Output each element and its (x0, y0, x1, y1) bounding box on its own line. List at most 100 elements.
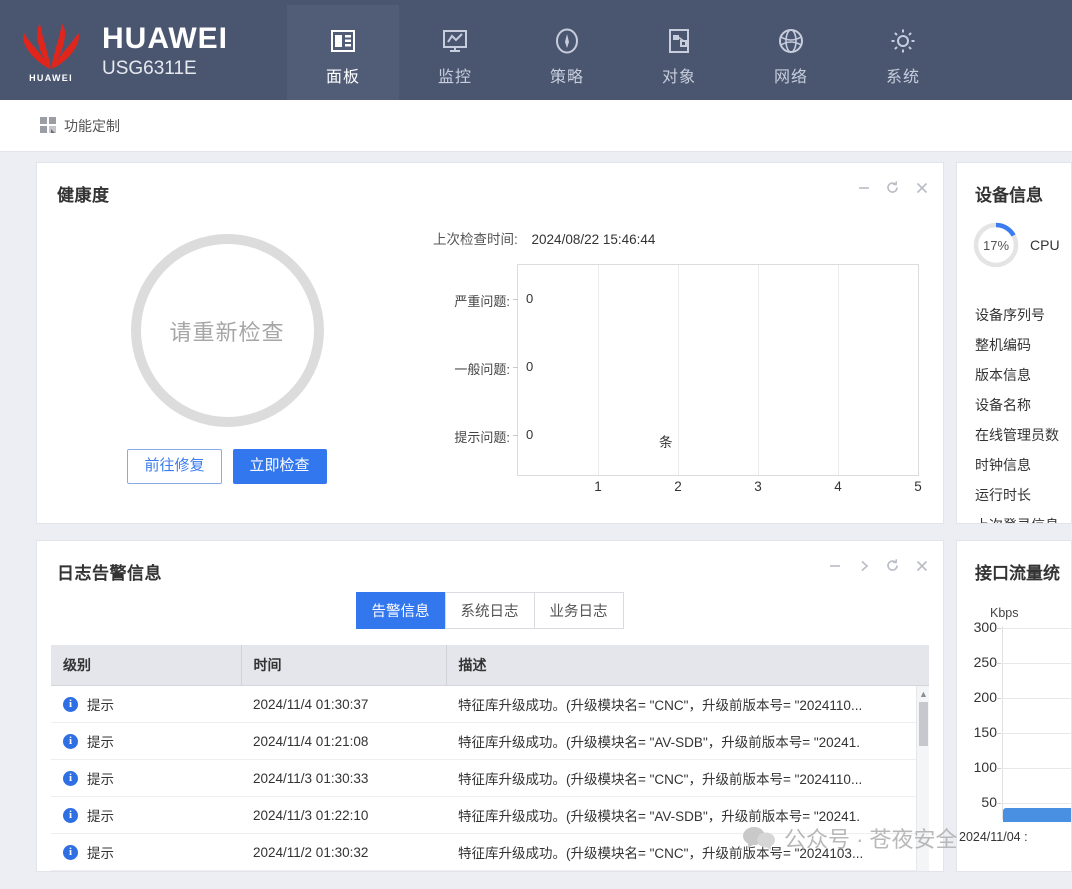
refresh-icon[interactable] (885, 180, 900, 195)
xtick-3: 3 (754, 479, 762, 494)
unit-label: 条 (659, 435, 673, 450)
health-card-tools (856, 180, 929, 195)
traffic-xtick: 2024/11/04 : (959, 830, 1028, 844)
cell-desc: 特征库升级成功。(升级模块名= "CNC"，升级前版本号= "2024110..… (446, 685, 929, 723)
right-column: 设备信息 17% CPU 设备序列号 整机编码 版本信息 设备名称 在线管理员数… (956, 162, 1072, 872)
health-card: 健康度 请重新检查 前往修复 立即检查 上次检查时间: 2024/08/22 1… (36, 162, 944, 524)
cell-level: i 提示 (51, 685, 241, 723)
nav-label-monitor: 监控 (437, 69, 472, 86)
log-alarm-card: 日志告警信息 告警信息 系统日志 业务日志 级别 时间 描述 i 提示 2024… (36, 540, 944, 872)
app-header: HUAWEI HUAWEI USG6311E 面板 监控 策略 对象 网络 系统 (0, 5, 1072, 100)
logo-wordmark: HUAWEI (29, 73, 73, 83)
value-hint: 0 (526, 427, 534, 442)
tick-severe (513, 299, 518, 300)
gridline-4 (838, 265, 839, 475)
list-item: 设备名称 (975, 397, 1031, 413)
nav-item-panel[interactable]: 面板 (287, 5, 399, 100)
cell-time: 2024/11/4 01:30:37 (241, 685, 446, 723)
log-scrollbar[interactable]: ▲ ▼ (916, 686, 930, 871)
ytick-150: 150 (973, 724, 997, 740)
info-icon: i (63, 770, 78, 786)
tab-system-log[interactable]: 系统日志 (444, 592, 535, 629)
go-repair-button[interactable]: 前往修复 (127, 449, 222, 484)
tick-general (513, 367, 518, 368)
table-row[interactable]: i 提示 2024/11/4 01:30:37 特征库升级成功。(升级模块名= "… (51, 685, 929, 723)
table-row[interactable]: i提示 2024/11/2 01:21:40 特征库升级成功。(升级模块名= "… (51, 870, 929, 871)
table-header-row: 级别 时间 描述 (51, 645, 929, 686)
tab-alarm-info[interactable]: 告警信息 (355, 592, 446, 629)
check-now-button[interactable]: 立即检查 (232, 449, 327, 484)
xtick-5: 5 (914, 479, 922, 494)
last-check-time: 上次检查时间: 2024/08/22 15:46:44 (433, 228, 943, 248)
brand-names: HUAWEI USG6311E (102, 23, 228, 81)
refresh-icon[interactable] (885, 558, 900, 573)
health-card-title: 健康度 (57, 186, 110, 205)
nav-item-object[interactable]: 对象 (623, 5, 735, 100)
cell-level: i 提示 (51, 833, 241, 871)
list-item: 整机编码 (975, 337, 1031, 353)
ygridline (1001, 733, 1071, 734)
brand-block: HUAWEI HUAWEI USG6311E (0, 5, 287, 100)
cell-desc: 特征库升级成功。(升级模块名= "AV-SDB"，升级前版本号= "20241. (446, 796, 929, 834)
list-item: 版本信息 (975, 367, 1031, 383)
nav-item-network[interactable]: 网络 (735, 5, 847, 100)
cell-time: 2024/11/4 01:21:08 (241, 722, 446, 760)
nav-label-panel: 面板 (325, 69, 360, 86)
log-card-tools (827, 558, 929, 573)
scroll-up-icon[interactable]: ▲ (917, 686, 930, 702)
customize-label: 功能定制 (64, 117, 120, 134)
y-gridrow-50: 50 (957, 794, 1071, 810)
list-item: 设备序列号 (975, 307, 1045, 323)
table-row[interactable]: i 提示 2024/11/4 01:21:08 特征库升级成功。(升级模块名= "… (51, 722, 929, 760)
close-icon[interactable] (914, 180, 929, 195)
cell-desc: 特征库升级成功。(升级模块名= "AV-SDB"，升级前版本号= "20241. (446, 870, 929, 871)
nav-item-system[interactable]: 系统 (847, 5, 959, 100)
cpu-gauge: 17% (971, 220, 1021, 270)
health-actions: 前往修复 立即检查 (127, 449, 327, 484)
device-model: USG6311E (102, 57, 197, 79)
health-ring: 请重新检查 (130, 234, 324, 427)
health-plot-xaxis: 1 2 3 4 5 (517, 476, 922, 502)
ytick-50: 50 (981, 794, 997, 810)
y-gridrow-100: 100 (957, 759, 1071, 775)
log-card-title: 日志告警信息 (57, 564, 162, 583)
cell-level: i 提示 (51, 796, 241, 834)
gear-icon (889, 24, 917, 58)
log-table: 级别 时间 描述 i 提示 2024/11/4 01:30:37 特征库升级成功。… (51, 645, 929, 871)
cell-time: 2024/11/2 01:30:32 (241, 833, 446, 871)
left-column: 健康度 请重新检查 前往修复 立即检查 上次检查时间: 2024/08/22 1… (36, 162, 944, 872)
huawei-logo: HUAWEI (14, 17, 88, 89)
level-text: 提示 (87, 846, 114, 861)
close-icon[interactable] (914, 558, 929, 573)
nav-label-object: 对象 (661, 69, 696, 86)
y-gridrow-200: 200 (957, 689, 1071, 705)
table-row[interactable]: i 提示 2024/11/3 01:30:33 特征库升级成功。(升级模块名= "… (51, 759, 929, 797)
tab-service-log[interactable]: 业务日志 (533, 592, 624, 629)
health-bar-plot: 严重问题: 一般问题: 提示问题: 0 0 0 条 (417, 264, 943, 476)
grid-customize-icon (40, 117, 57, 134)
dashboard-main: 健康度 请重新检查 前往修复 立即检查 上次检查时间: 2024/08/22 1… (0, 152, 1072, 889)
value-general: 0 (526, 359, 534, 374)
cell-desc: 特征库升级成功。(升级模块名= "AV-SDB"，升级前版本号= "20241. (446, 722, 929, 760)
cpu-label: CPU (1030, 237, 1060, 253)
xtick-2: 2 (674, 479, 682, 494)
health-status-text: 请重新检查 (169, 319, 285, 345)
gridline-3 (758, 265, 759, 475)
minimize-icon[interactable] (856, 180, 871, 195)
customize-button[interactable]: 功能定制 (40, 116, 120, 136)
nav-item-policy[interactable]: 策略 (511, 5, 623, 100)
table-row[interactable]: i 提示 2024/11/2 01:30:32 特征库升级成功。(升级模块名= "… (51, 833, 929, 871)
minimize-icon[interactable] (827, 558, 842, 573)
nav-item-monitor[interactable]: 监控 (399, 5, 511, 100)
list-item: 运行时长 (975, 487, 1031, 503)
compass-icon (553, 24, 581, 58)
brand-title: HUAWEI (102, 22, 228, 56)
globe-icon (777, 24, 805, 58)
table-row[interactable]: i 提示 2024/11/3 01:22:10 特征库升级成功。(升级模块名= "… (51, 796, 929, 834)
gridline-2 (678, 265, 679, 475)
traffic-yaxis (1002, 626, 1003, 820)
xtick-4: 4 (834, 479, 842, 494)
expand-icon[interactable] (856, 558, 871, 573)
health-chart: 上次检查时间: 2024/08/22 15:46:44 严重问题: 一般问题: … (417, 212, 943, 502)
scrollbar-thumb[interactable] (919, 702, 928, 746)
